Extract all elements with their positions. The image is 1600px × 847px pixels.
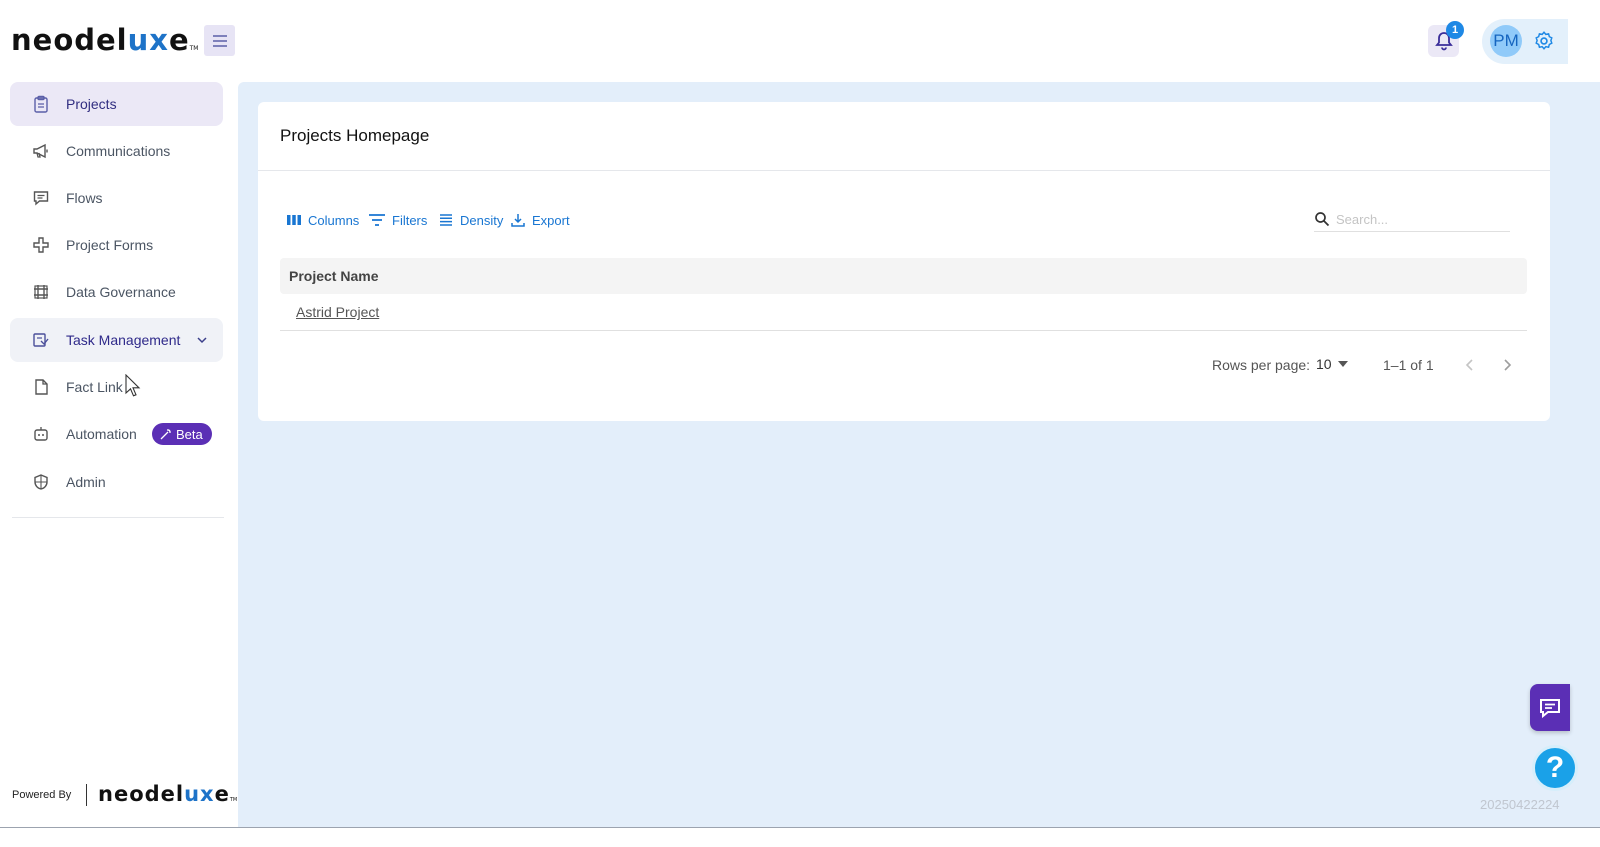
sidebar-item-label: Automation [66,426,137,442]
sidebar-item-label: Project Forms [66,237,154,253]
filters-button[interactable]: Filters [368,210,427,230]
filter-icon [369,214,385,226]
sidebar-item-label: Flows [66,190,103,206]
sidebar-item-data-governance[interactable]: Data Governance [10,270,223,314]
powered-by-label: Powered By [12,789,72,801]
sidebar-item-project-forms[interactable]: Project Forms [10,223,223,267]
footer-logo: neodeluxeTM [98,782,238,806]
beta-badge: Beta [152,423,212,445]
caret-down-icon [1337,361,1348,367]
avatar[interactable]: PM [1490,25,1522,57]
clipboard-icon [34,95,48,113]
rows-per-page-label: Rows per page: [1212,357,1311,373]
columns-icon [287,215,301,225]
magic-wand-icon [160,429,171,440]
task-icon [33,333,49,347]
menu-toggle-button[interactable] [204,25,235,56]
sidebar-item-projects[interactable]: Projects [10,82,223,126]
shield-icon [34,474,48,490]
top-bar: neodeluxeTM 1 PM [0,0,1600,82]
density-icon [440,214,452,226]
table-row[interactable] [280,294,1527,331]
chat-button[interactable] [1530,684,1570,731]
page-title: Projects Homepage [280,126,430,145]
app-logo[interactable]: neodeluxeTM [11,20,198,69]
rows-per-page-select[interactable]: 10 [1316,356,1348,372]
sidebar-item-communications[interactable]: Communications [10,129,223,173]
search-input[interactable] [1336,211,1496,227]
search-icon [1315,212,1330,227]
sidebar-item-fact-link[interactable]: Fact Link [10,365,223,409]
sidebar-item-flows[interactable]: Flows [10,176,223,220]
chevron-left-icon[interactable] [1462,357,1478,373]
sidebar-item-task-management[interactable]: Task Management [10,318,223,362]
sidebar-item-label: Fact Link [66,379,123,395]
forms-icon [33,237,49,253]
export-icon [511,214,525,227]
robot-icon [34,427,48,441]
chevron-down-icon[interactable] [195,333,209,347]
table-header [280,258,1527,294]
message-icon [33,191,49,206]
sidebar-item-label: Task Management [66,332,181,348]
export-button[interactable]: Export [510,210,570,230]
sidebar-item-automation[interactable]: Automation Beta [10,412,223,456]
grid-icon [34,285,48,299]
gear-icon[interactable] [1533,30,1555,52]
help-button[interactable]: ? [1532,745,1578,791]
sidebar-divider [12,517,224,518]
sidebar-item-label: Admin [66,474,106,490]
sidebar-item-label: Projects [66,96,117,112]
build-id: 20250422224 [1480,797,1560,812]
pagination-range: 1–1 of 1 [1383,357,1434,373]
megaphone-icon [33,143,48,159]
file-icon [35,379,48,395]
window-bottom-border [0,827,1600,847]
menu-icon [212,34,227,47]
project-link[interactable]: Astrid Project [296,304,379,320]
density-button[interactable]: Density [438,210,503,230]
sidebar-item-label: Communications [66,143,171,159]
card-divider [258,170,1550,171]
powered-divider [86,784,87,806]
chat-icon [1540,698,1560,718]
sidebar-item-label: Data Governance [66,284,176,300]
chevron-right-icon[interactable] [1499,357,1515,373]
columns-button[interactable]: Columns [286,210,359,230]
sidebar-item-admin[interactable]: Admin [10,460,223,504]
mouse-cursor-icon [125,374,141,397]
help-icon: ? [1545,751,1565,784]
column-header-project-name[interactable]: Project Name [289,268,378,284]
search-field[interactable] [1314,207,1510,232]
notification-badge: 1 [1446,21,1464,39]
